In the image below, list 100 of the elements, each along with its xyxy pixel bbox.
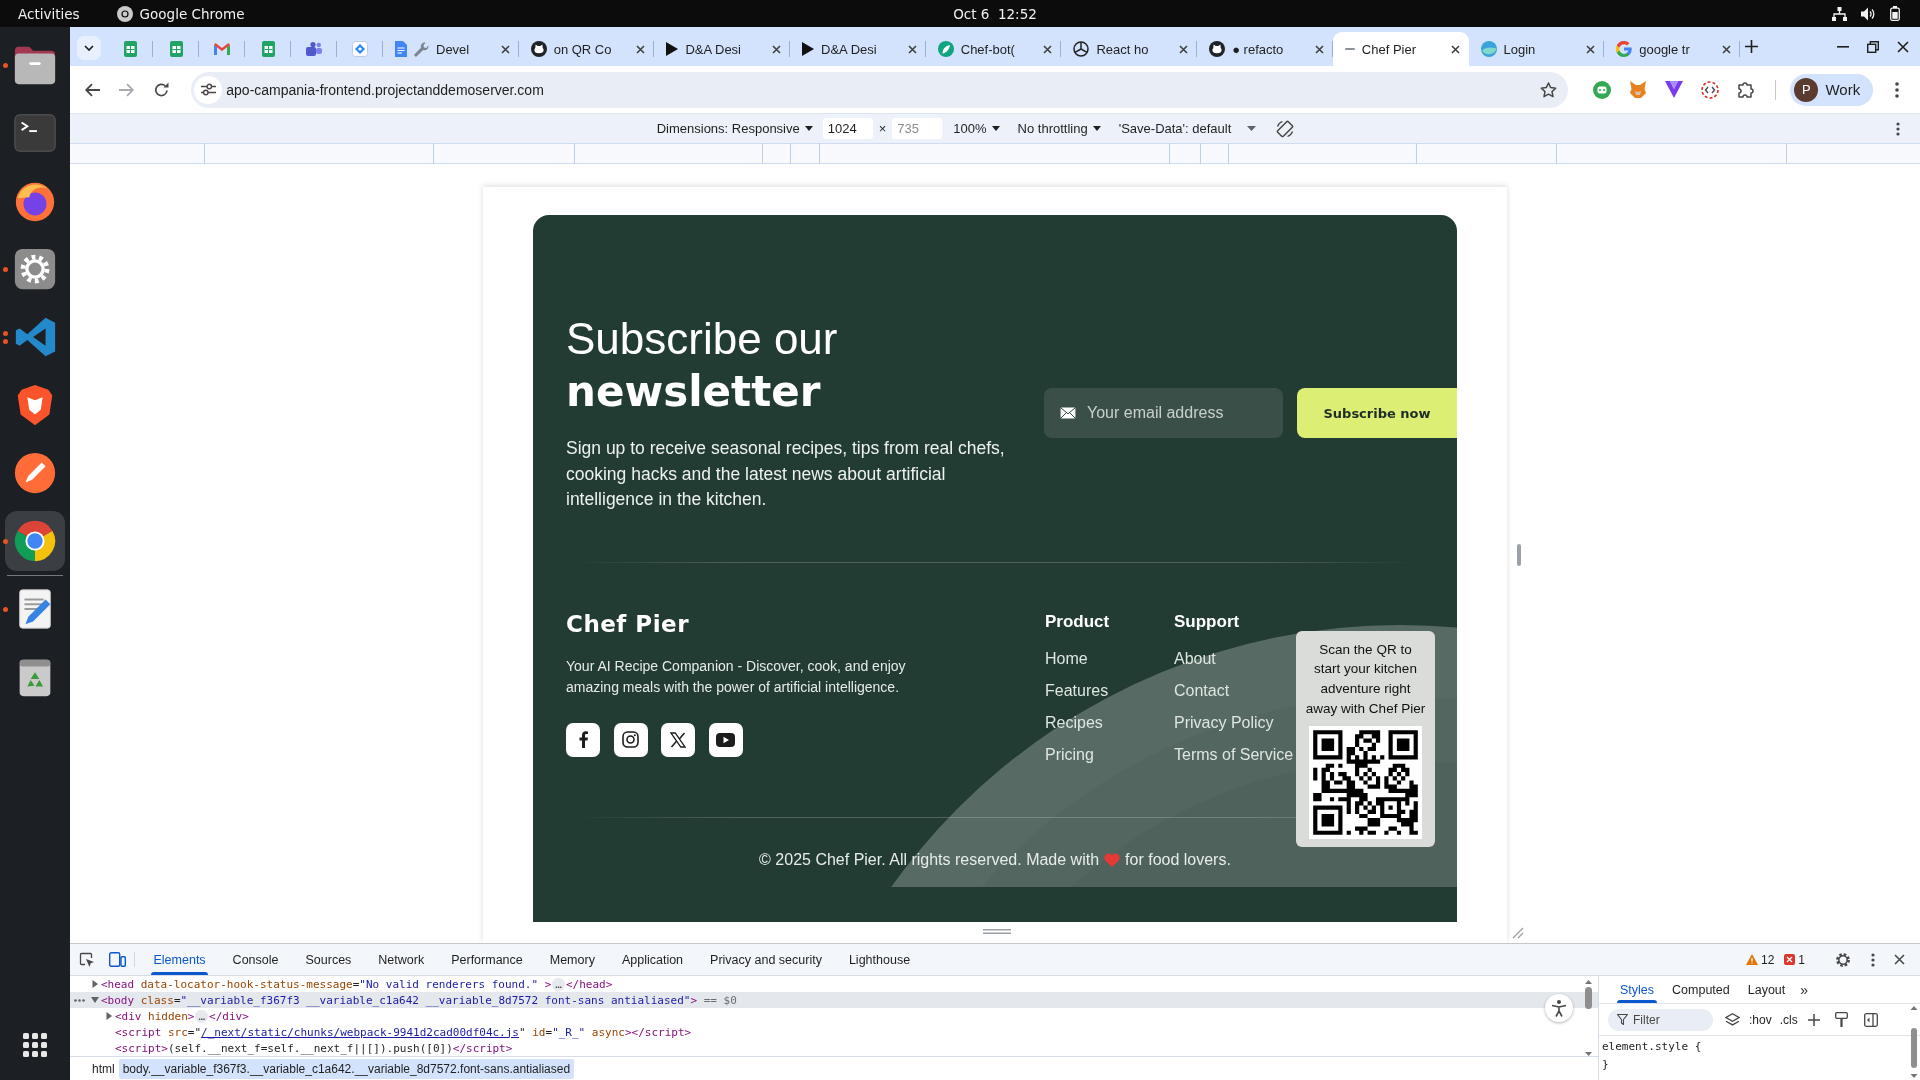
- dimensions-dropdown[interactable]: Dimensions: Responsive: [656, 121, 813, 136]
- plus-icon[interactable]: [1807, 1013, 1820, 1026]
- browser-tab[interactable]: google tr: [1604, 32, 1740, 66]
- robot-icon[interactable]: [1593, 80, 1612, 99]
- footer-link[interactable]: Contact: [1174, 680, 1299, 701]
- social-link[interactable]: [613, 722, 648, 757]
- dom-tree-row[interactable]: <div hidden> … </div>: [70, 1008, 1598, 1024]
- styles-pane-tab[interactable]: Layout: [1738, 976, 1795, 1003]
- footer-link[interactable]: Pricing: [1045, 744, 1174, 765]
- device-toggle-icon[interactable]: [109, 952, 126, 967]
- activities-button[interactable]: Activities: [18, 5, 80, 22]
- restore-icon[interactable]: [1867, 40, 1879, 53]
- height-input[interactable]: 735: [892, 118, 943, 139]
- devtools-tab[interactable]: Privacy and security: [696, 944, 836, 975]
- devtools-tab[interactable]: Lighthouse: [835, 944, 924, 975]
- breadcrumb[interactable]: html: [88, 1058, 119, 1079]
- scrollbar[interactable]: [1910, 1006, 1918, 1078]
- footer-link[interactable]: Features: [1045, 680, 1174, 701]
- rotate-icon[interactable]: [1276, 119, 1295, 138]
- layers-icon[interactable]: [1725, 1012, 1740, 1027]
- browser-logo-icon[interactable]: [116, 5, 133, 22]
- close-icon[interactable]: [1897, 40, 1909, 53]
- close-icon[interactable]: [907, 44, 917, 54]
- browser-tab[interactable]: React ho: [1061, 32, 1198, 66]
- warning-count[interactable]: 12: [1745, 952, 1775, 967]
- dom-tree-row[interactable]: <script>(self.__next_f=self.__next_f||[]).push([0])</script>: [70, 1040, 1598, 1056]
- caret-down-icon[interactable]: [1247, 126, 1257, 131]
- scrollbar[interactable]: [1584, 980, 1593, 1056]
- breadcrumb[interactable]: body.__variable_f367f3.__variable_c1a642.__variable_8d7572.font-sans.antialiased: [118, 1058, 575, 1079]
- zoom-dropdown[interactable]: 100%: [953, 121, 1000, 136]
- more-tabs-button[interactable]: »: [1794, 976, 1815, 1003]
- footer-link[interactable]: Home: [1045, 648, 1174, 669]
- sidebar-icon[interactable]: [1863, 1012, 1878, 1027]
- devtools-tab[interactable]: Performance: [437, 944, 537, 975]
- reload-icon[interactable]: [153, 82, 169, 97]
- close-icon[interactable]: [1314, 44, 1324, 54]
- close-icon[interactable]: [1450, 44, 1460, 54]
- filter-input[interactable]: Filter: [1608, 1008, 1713, 1031]
- inspect-icon[interactable]: [78, 951, 95, 968]
- expand-arrow-icon[interactable]: [105, 1012, 113, 1020]
- app-name[interactable]: Google Chrome: [139, 5, 245, 22]
- browser-tab[interactable]: ● refacto: [1197, 32, 1333, 66]
- settings-icon[interactable]: [1835, 951, 1851, 968]
- fox-icon[interactable]: [1629, 81, 1648, 98]
- class-toggle-button[interactable]: .cls: [1779, 1012, 1798, 1027]
- browser-tab[interactable]: D&A Desi: [790, 32, 926, 66]
- tab-search-button[interactable]: [77, 35, 101, 60]
- close-icon[interactable]: [1179, 44, 1189, 54]
- save-data-dropdown[interactable]: 'Save-Data': default: [1118, 121, 1232, 136]
- close-icon[interactable]: [1894, 954, 1905, 965]
- hover-state-button[interactable]: :hov: [1749, 1012, 1772, 1027]
- code-icon[interactable]: [1701, 80, 1720, 99]
- devtools-tab[interactable]: Memory: [536, 944, 609, 975]
- close-icon[interactable]: [772, 44, 782, 54]
- more-icon[interactable]: [1871, 952, 1875, 967]
- browser-tab[interactable]: on QR Co: [518, 32, 655, 66]
- browser-tab[interactable]: Chef-bot(: [925, 32, 1062, 66]
- clock[interactable]: Oct 6 12:52: [953, 5, 1037, 22]
- browser-tab[interactable]: Chef Pier: [1332, 32, 1469, 66]
- minimize-icon[interactable]: [1837, 45, 1849, 48]
- more-icon[interactable]: [1896, 121, 1900, 136]
- close-icon[interactable]: [1586, 44, 1596, 54]
- close-icon[interactable]: [500, 44, 510, 54]
- styles-pane-tab[interactable]: Computed: [1663, 976, 1739, 1003]
- width-input[interactable]: 1024: [822, 118, 873, 139]
- social-link[interactable]: [661, 722, 695, 757]
- expand-arrow-icon[interactable]: [91, 980, 99, 988]
- puzzle-icon[interactable]: [1737, 81, 1755, 98]
- footer-link[interactable]: Privacy Policy: [1174, 712, 1299, 733]
- dom-tree-row[interactable]: <head data-locator-hook-status-message="No valid renderers found." > … </head>: [70, 976, 1598, 992]
- resize-corner-icon[interactable]: [1512, 927, 1524, 939]
- back-arrow-icon[interactable]: [83, 82, 100, 97]
- network-icon[interactable]: [1832, 6, 1847, 21]
- devtools-tab[interactable]: Console: [219, 944, 292, 975]
- volume-icon[interactable]: [1861, 6, 1876, 21]
- close-icon[interactable]: [1721, 44, 1731, 54]
- expand-arrow-icon[interactable]: [91, 997, 99, 1003]
- bookmark-star-icon[interactable]: [1540, 81, 1558, 98]
- accessibility-button[interactable]: [1545, 994, 1573, 1022]
- social-link[interactable]: [708, 722, 743, 757]
- social-link[interactable]: [566, 722, 600, 757]
- footer-link[interactable]: Terms of Service: [1174, 744, 1299, 765]
- paint-roller-icon[interactable]: [1834, 1012, 1848, 1027]
- chevron-logo-icon[interactable]: [1665, 81, 1684, 98]
- battery-icon[interactable]: [1890, 6, 1900, 21]
- app-grid-icon[interactable]: [23, 1033, 47, 1057]
- throttling-dropdown[interactable]: No throttling: [1017, 121, 1101, 136]
- dock-item[interactable]: [5, 511, 65, 571]
- more-icon[interactable]: [74, 998, 85, 1002]
- subscribe-button[interactable]: Subscribe now: [1297, 388, 1457, 438]
- footer-link[interactable]: Recipes: [1045, 712, 1174, 733]
- devtools-tab[interactable]: Sources: [292, 944, 365, 975]
- devtools-tab[interactable]: Network: [364, 944, 438, 975]
- browser-tab[interactable]: Login: [1468, 32, 1605, 66]
- profile-button[interactable]: P Work: [1790, 73, 1874, 106]
- styles-pane-tab[interactable]: Styles: [1611, 976, 1664, 1003]
- browser-tab[interactable]: D&A Desi: [654, 32, 791, 66]
- dom-tree-row[interactable]: <script src="/_next/static/chunks/webpack-9941d2cad00df04c.js" id="_R_" async></script>: [70, 1024, 1598, 1040]
- site-info-button[interactable]: [194, 75, 223, 104]
- resize-handle-icon[interactable]: [1517, 544, 1521, 566]
